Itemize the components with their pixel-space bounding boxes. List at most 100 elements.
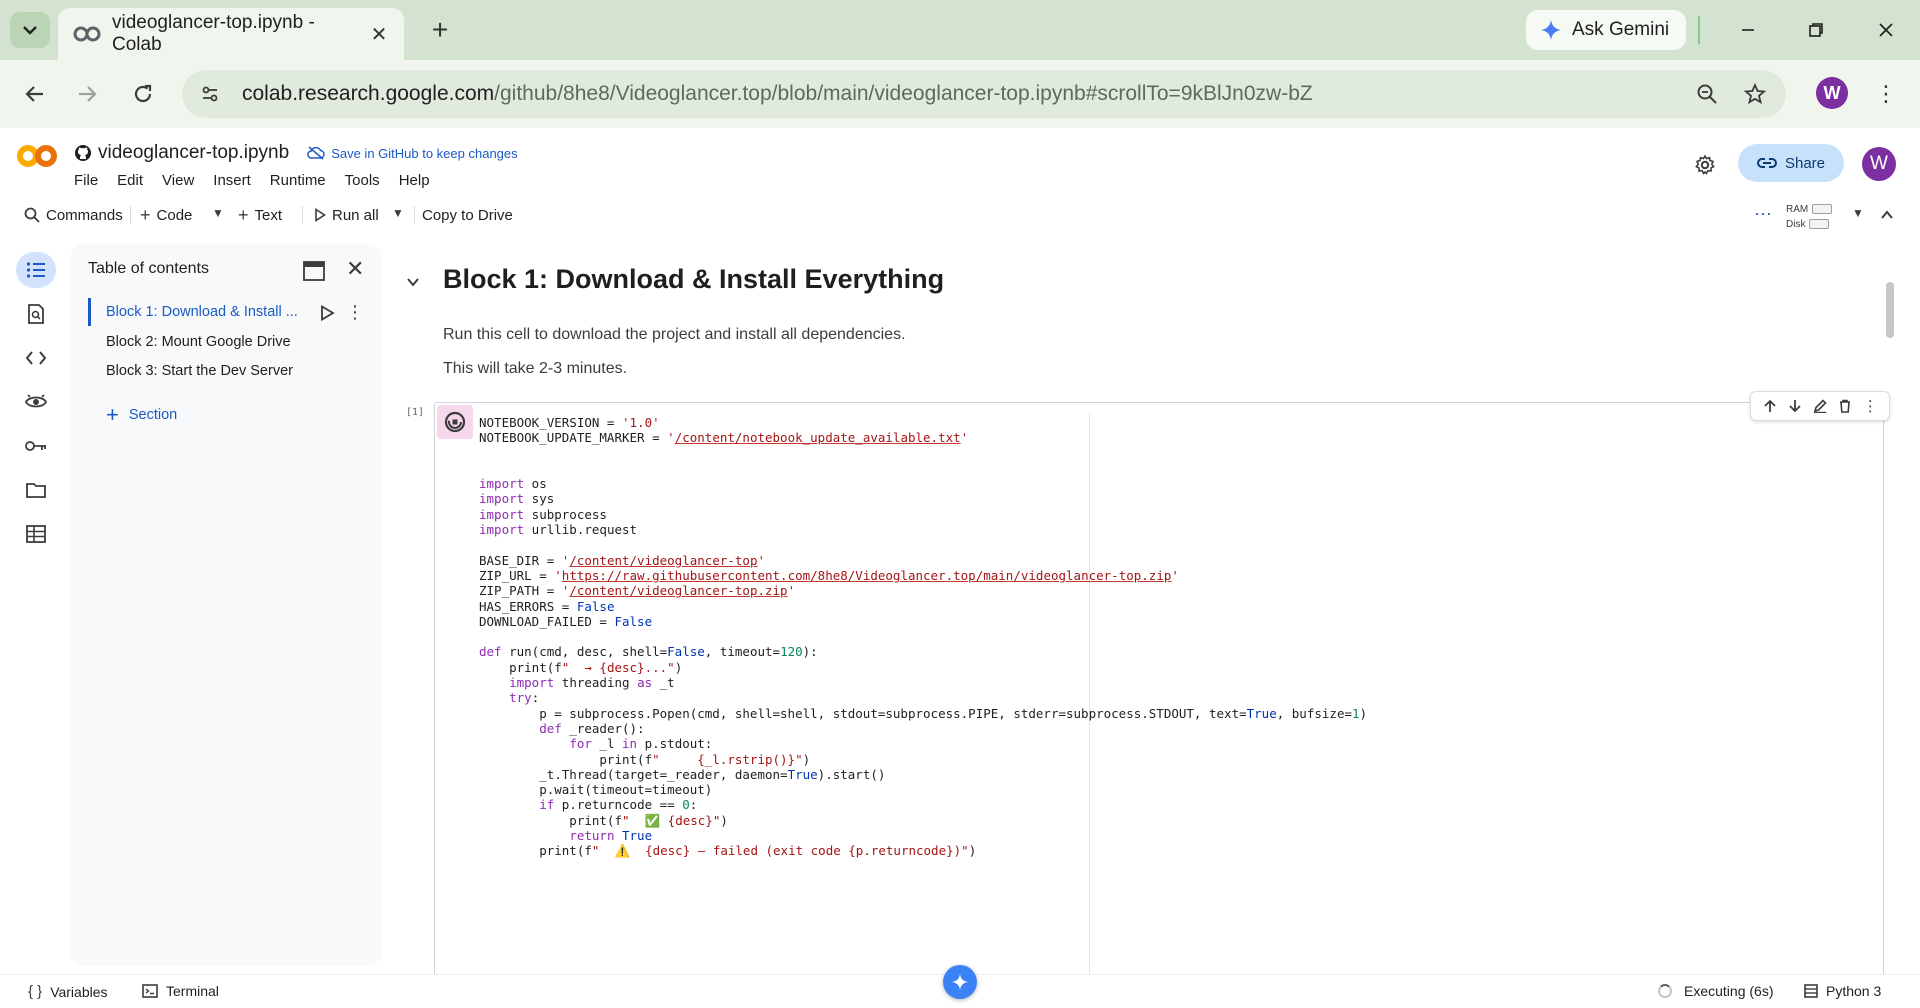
- notebook-scrollbar[interactable]: [1886, 282, 1894, 338]
- runtime-kernel-indicator[interactable]: Python 3: [1804, 983, 1881, 999]
- reload-icon[interactable]: [126, 77, 160, 111]
- find-replace-icon[interactable]: [16, 296, 56, 332]
- gemini-sparkle-icon: [1541, 20, 1561, 40]
- minimize-icon[interactable]: [1732, 14, 1764, 46]
- plus-icon: +: [106, 402, 119, 427]
- table-of-contents-panel: Table of contents ✕ Block 1: Download & …: [70, 244, 382, 966]
- code-line: import subprocess: [479, 506, 607, 522]
- cell-more-options-icon[interactable]: ⋮: [1859, 395, 1881, 417]
- toolbar-divider: [302, 206, 303, 224]
- collapse-header-icon[interactable]: [1880, 204, 1894, 226]
- colab-logo-icon[interactable]: [16, 144, 58, 168]
- menu-view[interactable]: View: [162, 172, 194, 189]
- close-panel-icon[interactable]: ✕: [346, 256, 364, 282]
- code-line: try:: [509, 690, 540, 706]
- code-line: if p.returncode == 0:: [539, 797, 698, 813]
- browser-profile-avatar[interactable]: W: [1816, 77, 1848, 109]
- run-all-dropdown-icon[interactable]: ▼: [392, 206, 404, 220]
- markdown-paragraph: Run this cell to download the project an…: [443, 326, 906, 343]
- account-avatar[interactable]: W: [1862, 147, 1896, 181]
- open-in-window-icon[interactable]: [302, 260, 326, 282]
- close-tab-icon[interactable]: ✕: [368, 23, 390, 46]
- toc-item-block-2[interactable]: Block 2: Mount Google Drive: [88, 328, 318, 356]
- code-editor[interactable]: NOTEBOOK_VERSION = '1.0' NOTEBOOK_UPDATE_…: [479, 415, 1367, 859]
- table-of-contents-icon[interactable]: [16, 252, 56, 288]
- address-bar[interactable]: colab.research.google.com/github/8he8/Vi…: [182, 70, 1786, 118]
- zoom-icon[interactable]: [1690, 77, 1724, 111]
- gemini-sparkle-icon: [952, 974, 968, 990]
- code-cell[interactable]: NOTEBOOK_VERSION = '1.0' NOTEBOOK_UPDATE_…: [434, 391, 1890, 974]
- delete-cell-trash-icon[interactable]: [1834, 395, 1856, 417]
- toolbar-divider: [130, 206, 131, 224]
- toc-item-block-1[interactable]: Block 1: Download & Install ...: [88, 298, 318, 326]
- edit-pencil-icon[interactable]: [1809, 395, 1831, 417]
- share-button[interactable]: Share: [1738, 144, 1844, 182]
- add-text-button[interactable]: + Text: [238, 204, 282, 226]
- add-code-button[interactable]: + Code: [140, 204, 192, 226]
- code-line: return True: [569, 828, 653, 844]
- notebook-title[interactable]: videoglancer-top.ipynb: [98, 142, 289, 164]
- commands-button[interactable]: Commands: [24, 204, 123, 226]
- toc-more-icon[interactable]: ⋮: [346, 302, 364, 323]
- stop-execution-button[interactable]: [437, 405, 473, 439]
- files-folder-icon[interactable]: [16, 472, 56, 508]
- resource-dropdown-icon[interactable]: ▼: [1852, 206, 1864, 220]
- bookmark-star-icon[interactable]: [1738, 77, 1772, 111]
- menu-insert[interactable]: Insert: [213, 172, 251, 189]
- code-line: DOWNLOAD_FAILED = False: [479, 613, 653, 629]
- new-tab-button[interactable]: +: [424, 14, 456, 46]
- play-icon: [315, 208, 326, 222]
- site-info-icon[interactable]: [192, 76, 228, 112]
- variables-inspector-icon[interactable]: [16, 384, 56, 420]
- terminal-button[interactable]: Terminal: [142, 983, 219, 999]
- move-cell-down-icon[interactable]: [1784, 395, 1806, 417]
- menu-edit[interactable]: Edit: [117, 172, 143, 189]
- browser-tab[interactable]: videoglancer-top.ipynb - Colab ✕: [58, 8, 404, 60]
- ask-gemini-label: Ask Gemini: [1572, 19, 1670, 40]
- move-cell-up-icon[interactable]: [1759, 395, 1781, 417]
- more-options-icon[interactable]: ···: [1754, 202, 1772, 224]
- copy-to-drive-button[interactable]: Copy to Drive: [422, 204, 513, 226]
- markdown-paragraph: This will take 2-3 minutes.: [443, 360, 628, 377]
- variables-button[interactable]: { } Variables: [28, 983, 108, 1000]
- collapse-section-chevron-icon[interactable]: [406, 274, 420, 290]
- gemini-assistant-button[interactable]: [943, 965, 977, 999]
- browser-menu-icon[interactable]: ⋮: [1872, 77, 1900, 111]
- back-arrow-icon[interactable]: [18, 77, 52, 111]
- save-in-github-link[interactable]: Save in GitHub to keep changes: [307, 146, 518, 161]
- toolbar-divider: [414, 206, 415, 224]
- forward-arrow-icon[interactable]: [70, 77, 104, 111]
- add-section-button[interactable]: + Section: [106, 402, 177, 428]
- tab-search-button[interactable]: [10, 12, 50, 48]
- plus-icon: +: [140, 204, 151, 225]
- code-dropdown-icon[interactable]: ▼: [212, 206, 224, 220]
- braces-icon: { }: [28, 983, 43, 1000]
- menu-tools[interactable]: Tools: [345, 172, 380, 189]
- settings-gear-icon[interactable]: [1690, 150, 1720, 180]
- menu-file[interactable]: File: [74, 172, 98, 189]
- code-line: print(f" {_l.rstrip()}"): [479, 751, 811, 767]
- menu-runtime[interactable]: Runtime: [270, 172, 326, 189]
- run-section-play-icon[interactable]: [318, 304, 336, 322]
- run-all-button[interactable]: Run all: [314, 204, 379, 226]
- secrets-key-icon[interactable]: [16, 428, 56, 464]
- colab-header: videoglancer-top.ipynb Save in GitHub to…: [0, 128, 1920, 196]
- ask-gemini-button[interactable]: Ask Gemini: [1526, 10, 1686, 50]
- cell-toolbar: ⋮: [1750, 391, 1890, 421]
- restore-icon[interactable]: [1800, 14, 1832, 46]
- menu-help[interactable]: Help: [399, 172, 430, 189]
- code-snippets-icon[interactable]: [16, 340, 56, 376]
- execution-status[interactable]: Executing (6s): [1658, 983, 1773, 999]
- code-line: NOTEBOOK_UPDATE_MARKER = '/content/noteb…: [479, 430, 969, 446]
- close-window-icon[interactable]: [1870, 14, 1902, 46]
- toc-item-block-3[interactable]: Block 3: Start the Dev Server: [88, 357, 318, 385]
- notebook-title-row: videoglancer-top.ipynb Save in GitHub to…: [74, 142, 518, 164]
- resource-indicator[interactable]: RAM Disk: [1786, 202, 1833, 232]
- data-table-icon[interactable]: [16, 516, 56, 552]
- loading-spinner-icon: [1658, 984, 1672, 998]
- code-line: import threading as _t: [509, 675, 675, 691]
- link-icon: [1757, 158, 1777, 168]
- running-spinner-icon: [444, 411, 466, 433]
